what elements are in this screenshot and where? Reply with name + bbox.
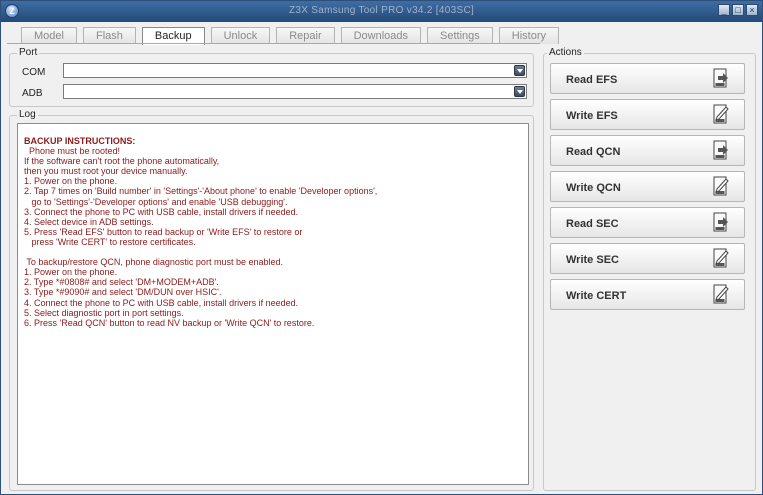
log-line: To backup/restore QCN, phone diagnostic … xyxy=(24,257,283,268)
action-button-label: Write QCN xyxy=(566,182,621,194)
read-qcn-button[interactable]: Read QCN xyxy=(550,135,745,166)
tab-flash[interactable]: Flash xyxy=(82,27,136,44)
action-button-label: Read EFS xyxy=(566,74,618,86)
log-line: 1. Power on the phone. xyxy=(24,267,118,278)
action-button-label: Read SEC xyxy=(566,218,619,230)
tab-history[interactable]: History xyxy=(498,27,560,44)
chevron-down-icon[interactable] xyxy=(514,86,525,97)
log-line: 3. Type *#9090# and select 'DM/DUN over … xyxy=(24,287,222,298)
com-label: COM xyxy=(22,67,46,78)
log-line: 5. Select diagnostic port in port settin… xyxy=(24,307,184,318)
chevron-down-icon[interactable] xyxy=(514,65,525,76)
log-line: press 'Write CERT' to restore certificat… xyxy=(24,236,196,247)
minimize-icon[interactable]: _ xyxy=(718,4,730,16)
log-line: 5. Press 'Read EFS' button to read backu… xyxy=(24,226,303,237)
read-sec-button[interactable]: Read SEC xyxy=(550,207,745,238)
tab-unlock[interactable]: Unlock xyxy=(210,27,271,44)
log-line: 6. Press 'Read QCN' button to read NV ba… xyxy=(24,317,315,328)
action-button-label: Write EFS xyxy=(566,110,618,122)
adb-label: ADB xyxy=(22,88,43,99)
window-title: Z3X Samsung Tool PRO v34.2 [403SC] xyxy=(288,5,475,16)
write-cert-button[interactable]: Write CERT xyxy=(550,279,745,310)
read-icon xyxy=(713,68,729,89)
log-group-label: Log xyxy=(17,109,38,120)
log-line: 1. Power on the phone. xyxy=(24,176,118,187)
log-line: 2. Type *#0808# and select 'DM+MODEM+ADB… xyxy=(24,277,219,288)
write-sec-button[interactable]: Write SEC xyxy=(550,243,745,274)
read-icon xyxy=(713,140,729,161)
read-efs-button[interactable]: Read EFS xyxy=(550,63,745,94)
action-button-label: Read QCN xyxy=(566,146,621,158)
adb-port-select[interactable] xyxy=(63,84,527,99)
tab-divider xyxy=(7,43,540,44)
write-efs-button[interactable]: Write EFS xyxy=(550,99,745,130)
title-bar[interactable]: Z Z3X Samsung Tool PRO v34.2 [403SC] _ □… xyxy=(1,1,762,22)
log-line: If the software can't root the phone aut… xyxy=(24,156,220,167)
port-group-label: Port xyxy=(17,47,40,58)
com-port-select[interactable] xyxy=(63,63,527,78)
maximize-icon[interactable]: □ xyxy=(732,4,744,16)
write-qcn-button[interactable]: Write QCN xyxy=(550,171,745,202)
close-icon[interactable]: × xyxy=(746,4,758,16)
action-button-label: Write CERT xyxy=(566,290,627,302)
write-icon xyxy=(713,104,729,125)
read-icon xyxy=(713,212,729,233)
log-line: go to 'Settings'-'Developer options' and… xyxy=(24,196,288,207)
tab-settings[interactable]: Settings xyxy=(427,27,493,44)
actions-group-label: Actions xyxy=(547,47,584,58)
log-heading: BACKUP INSTRUCTIONS: xyxy=(24,136,136,146)
tab-repair[interactable]: Repair xyxy=(276,27,335,44)
log-output[interactable]: BACKUP INSTRUCTIONS: Phone must be roote… xyxy=(17,123,529,485)
log-line: 4. Select device in ADB settings. xyxy=(24,216,154,227)
action-button-label: Write SEC xyxy=(566,254,619,266)
log-line: then you must root your device manually. xyxy=(24,166,188,177)
main-window: Z Z3X Samsung Tool PRO v34.2 [403SC] _ □… xyxy=(0,0,763,495)
tab-model[interactable]: Model xyxy=(21,27,77,44)
write-icon xyxy=(713,176,729,197)
write-icon xyxy=(713,284,729,305)
window-controls: _ □ × xyxy=(718,4,758,16)
write-icon xyxy=(713,248,729,269)
log-line: 2. Tap 7 times on 'Build number' in 'Set… xyxy=(24,186,378,197)
log-line: 3. Connect the phone to PC with USB cabl… xyxy=(24,206,299,217)
log-line: Phone must be rooted! xyxy=(24,146,121,157)
tab-downloads[interactable]: Downloads xyxy=(340,27,422,44)
log-line: 4. Connect the phone to PC with USB cabl… xyxy=(24,297,299,308)
tab-bar: Model Flash Backup Unlock Repair Downloa… xyxy=(21,27,560,45)
